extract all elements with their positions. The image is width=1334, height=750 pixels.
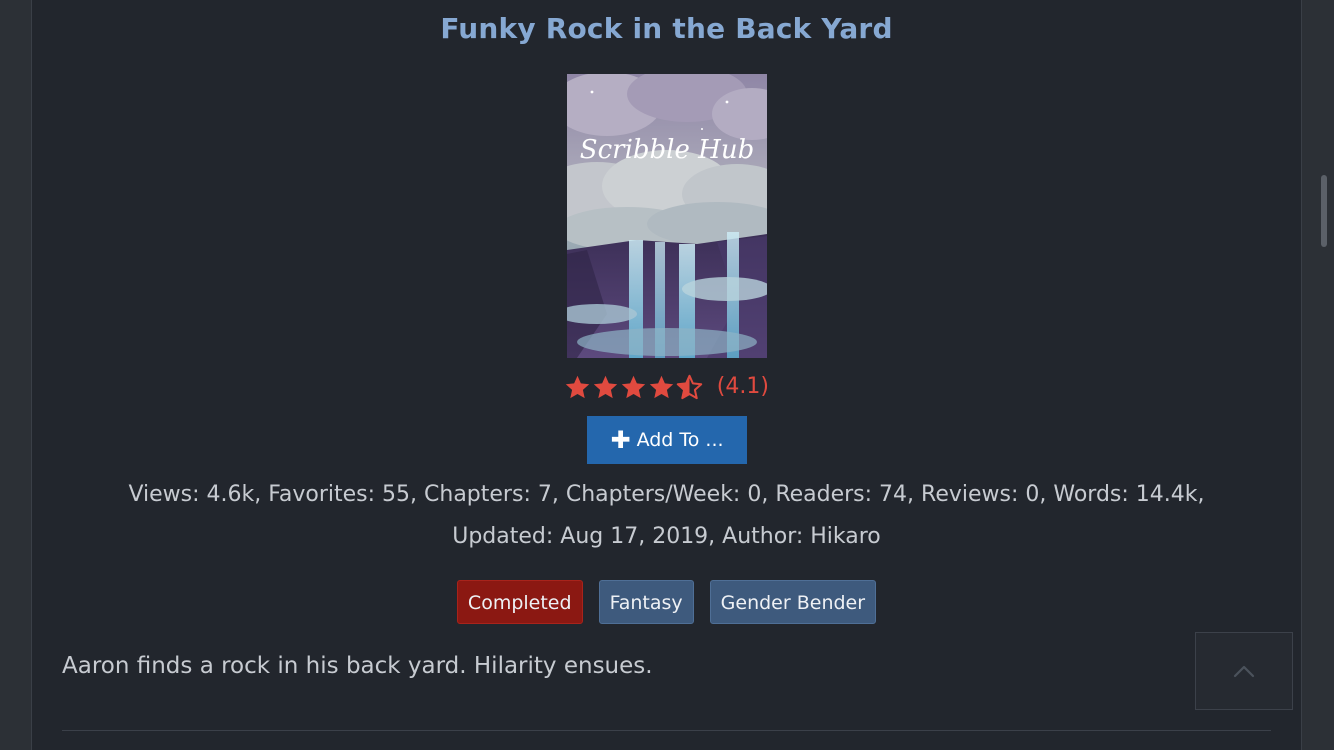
rating: (4.1) (32, 372, 1301, 406)
half-star-icon (676, 374, 703, 400)
star-icon (565, 375, 590, 399)
novel-stats: Views: 4.6k, Favorites: 55, Chapters: 7,… (52, 474, 1281, 558)
page: Funky Rock in the Back Yard Scribble Hub… (0, 0, 1334, 750)
novel-card: Funky Rock in the Back Yard Scribble Hub… (31, 0, 1302, 750)
tag-completed[interactable]: Completed (456, 580, 583, 624)
stats-line-1: Views: 4.6k, Favorites: 55, Chapters: 7,… (128, 482, 1205, 507)
novel-title-link[interactable]: Funky Rock in the Back Yard (32, 12, 1301, 45)
scrollbar-thumb[interactable] (1321, 175, 1327, 247)
star-icon (621, 375, 646, 399)
rating-stars (564, 372, 704, 401)
cover-title-text: Scribble Hub (580, 135, 754, 165)
divider (62, 730, 1271, 731)
scroll-to-top-button[interactable] (1195, 632, 1293, 710)
stats-line-2: Updated: Aug 17, 2019, Author: Hikaro (452, 524, 881, 549)
add-to-button[interactable]: ✚ Add To ... (587, 416, 747, 464)
rating-value: (4.1) (716, 374, 769, 400)
cover-image[interactable]: Scribble Hub (567, 74, 767, 358)
tag-gender-bender[interactable]: Gender Bender (709, 580, 877, 624)
plus-icon: ✚ (610, 426, 631, 454)
star-icon (649, 375, 674, 399)
tag-list: Completed Fantasy Gender Bender (32, 580, 1301, 624)
star-icon (593, 375, 618, 399)
tag-fantasy[interactable]: Fantasy (598, 580, 694, 624)
synopsis: Aaron finds a rock in his back yard. Hil… (62, 653, 653, 679)
chevron-up-icon (1233, 665, 1255, 678)
add-to-label: Add To ... (636, 429, 724, 451)
